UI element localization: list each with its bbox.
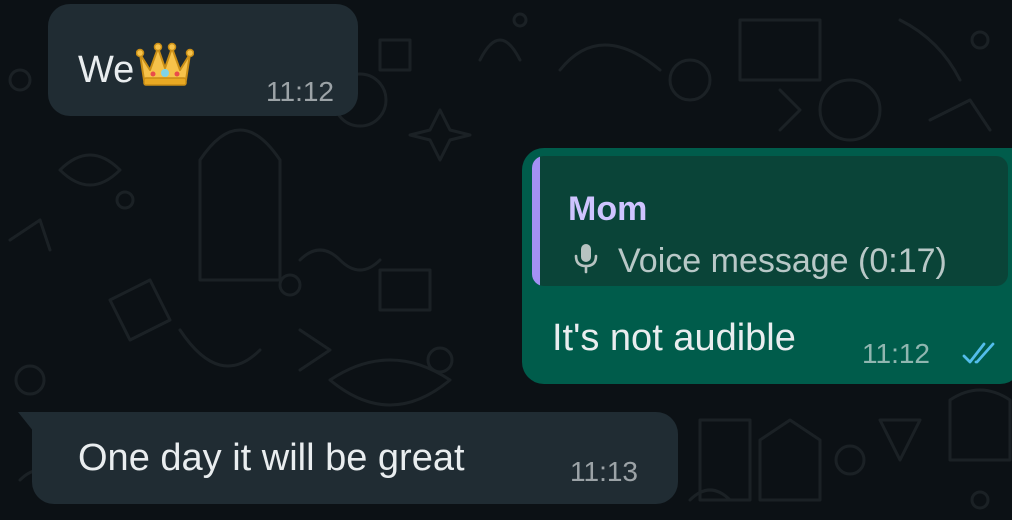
message-time: 11:12 bbox=[266, 76, 334, 107]
message-time: 11:13 bbox=[570, 456, 638, 487]
message-time: 11:12 bbox=[862, 338, 930, 369]
crown-emoji bbox=[136, 40, 195, 98]
quote-preview: Voice message (0:17) bbox=[618, 242, 947, 280]
quoted-message[interactable]: Mom Voice message (0:17) bbox=[532, 156, 1008, 286]
message-text: One day it will be great bbox=[78, 437, 465, 479]
bubble-tail bbox=[18, 412, 34, 432]
double-check-icon bbox=[962, 342, 995, 364]
message-text: It's not audible bbox=[552, 317, 796, 359]
message-text: We bbox=[78, 40, 195, 98]
message-text-content: We bbox=[78, 49, 135, 91]
message-bubble-incoming[interactable]: One day it will be great 11:13 bbox=[18, 412, 678, 504]
microphone-icon bbox=[574, 244, 598, 274]
message-bubble-outgoing[interactable]: Mom Voice message (0:17) It's not audibl… bbox=[522, 148, 1012, 384]
quote-author: Mom bbox=[568, 190, 648, 228]
quote-accent-bar bbox=[532, 156, 540, 286]
message-bubble-incoming[interactable]: We 11:12 bbox=[48, 4, 358, 116]
